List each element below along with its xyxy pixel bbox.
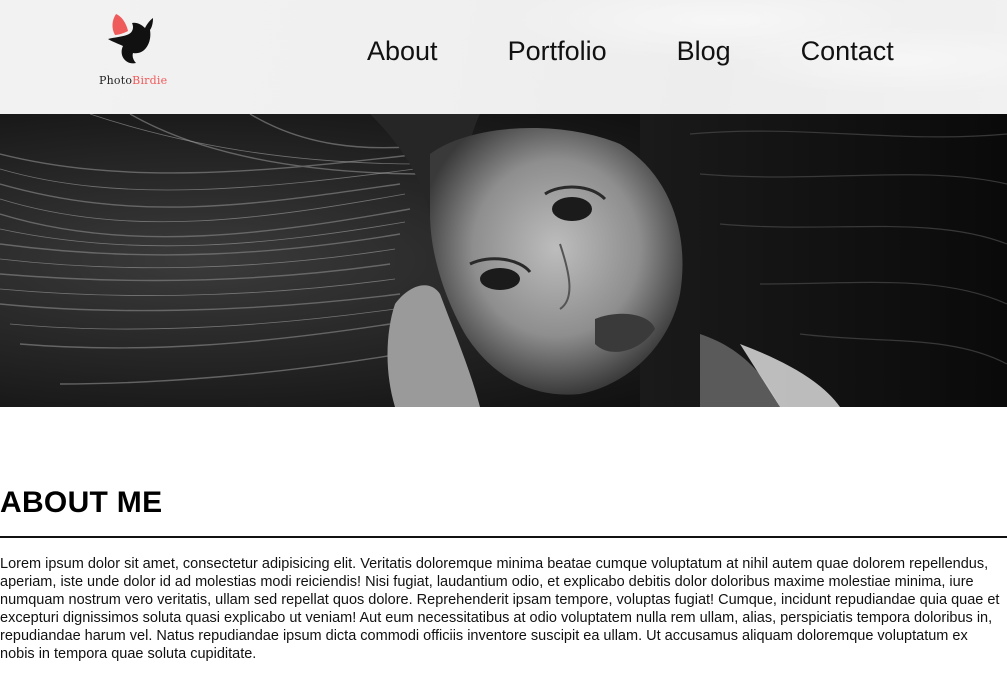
site-header: PhotoBirdie About Portfolio Blog Contact [0,0,1007,114]
hero-image [0,114,1007,407]
about-heading: ABOUT ME [0,486,163,519]
nav-portfolio[interactable]: Portfolio [508,34,607,68]
about-text: Lorem ipsum dolor sit amet, consectetur … [0,556,1000,662]
brand-name-part1: Photo [99,74,133,87]
nav-about[interactable]: About [367,34,438,68]
nav-contact[interactable]: Contact [801,34,894,68]
portrait-photo [0,114,1007,407]
bird-icon [108,14,153,64]
nav-blog[interactable]: Blog [677,34,731,68]
main-nav: About Portfolio Blog Contact [367,34,894,68]
logo-link[interactable]: PhotoBirdie [97,10,167,90]
brand-name: PhotoBirdie [99,74,167,87]
brand-name-part2: Birdie [132,74,168,87]
section-divider [0,536,1007,538]
